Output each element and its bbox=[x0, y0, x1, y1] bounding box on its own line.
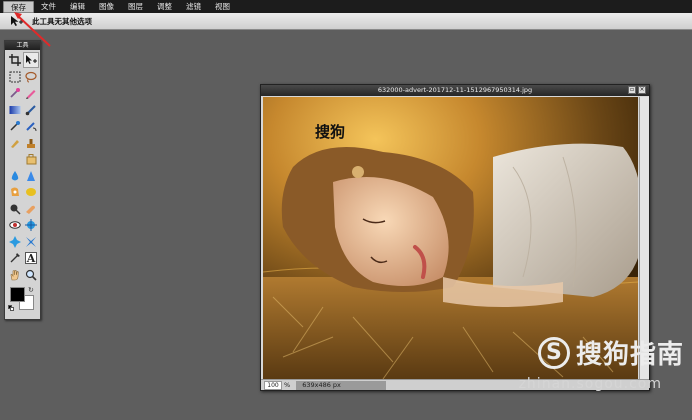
pinch-alt-icon[interactable] bbox=[23, 234, 39, 250]
close-icon[interactable]: × bbox=[638, 86, 646, 94]
burn-icon[interactable] bbox=[7, 201, 23, 217]
zoom-input[interactable]: 100 bbox=[264, 380, 282, 390]
window-buttons: ▫ × bbox=[628, 86, 646, 94]
hand-icon[interactable] bbox=[7, 267, 23, 283]
zoom-unit: % bbox=[284, 381, 291, 389]
sogou-logo-icon: S bbox=[537, 336, 570, 369]
eyedropper-icon[interactable] bbox=[7, 250, 23, 266]
text-icon[interactable]: A bbox=[23, 250, 39, 266]
tool-options-bar: 此工具无其他选项 bbox=[0, 13, 692, 30]
clone-stamp-icon[interactable] bbox=[7, 118, 23, 134]
pinch-icon[interactable] bbox=[7, 234, 23, 250]
sharpen-icon[interactable] bbox=[23, 151, 39, 167]
text-tool-glyph: A bbox=[25, 252, 37, 265]
foreground-color-swatch[interactable] bbox=[10, 287, 25, 302]
watermark-url: zhinan.sogou.com bbox=[518, 376, 662, 392]
eraser-icon[interactable] bbox=[7, 135, 23, 151]
swap-colors-icon[interactable]: ↻ bbox=[28, 286, 36, 294]
menu-layer[interactable]: 图层 bbox=[121, 1, 150, 13]
menu-bar: 保存 文件 编辑 图像 图层 调整 滤镜 视图 bbox=[0, 0, 692, 13]
image-window-title: 632000-advert-201712-11-1512967950314.jp… bbox=[377, 86, 533, 94]
red-eye-icon[interactable] bbox=[7, 184, 23, 200]
pencil-icon[interactable] bbox=[23, 85, 39, 101]
menu-image[interactable]: 图像 bbox=[92, 1, 121, 13]
maximize-icon[interactable]: ▫ bbox=[628, 86, 636, 94]
gradient-icon[interactable] bbox=[7, 102, 23, 118]
eye-icon[interactable] bbox=[7, 217, 23, 233]
image-window-titlebar[interactable]: 632000-advert-201712-11-1512967950314.jp… bbox=[261, 85, 649, 96]
move-tool-icon bbox=[10, 15, 24, 27]
image-overlay-text: 搜狗 bbox=[315, 123, 346, 141]
reset-colors-icon[interactable] bbox=[8, 305, 14, 311]
sponge-icon[interactable] bbox=[23, 184, 39, 200]
tool-options-message: 此工具无其他选项 bbox=[32, 16, 92, 26]
image-dimensions: 639x486 px bbox=[296, 380, 387, 390]
tools-panel-title: 工具 bbox=[5, 41, 40, 50]
menu-save[interactable]: 保存 bbox=[3, 0, 34, 13]
crop-icon[interactable] bbox=[7, 52, 23, 68]
blur-icon[interactable] bbox=[7, 168, 23, 184]
zoom-icon[interactable] bbox=[23, 267, 39, 283]
smudge-icon[interactable] bbox=[23, 168, 39, 184]
lasso-icon[interactable] bbox=[23, 69, 39, 85]
stamp-icon[interactable] bbox=[23, 135, 39, 151]
color-swatches: ↻ bbox=[5, 286, 40, 316]
menu-filter[interactable]: 滤镜 bbox=[179, 1, 208, 13]
sogou-watermark: S 搜狗指南 bbox=[537, 334, 684, 371]
tools-panel: 工具 A ↻ bbox=[4, 40, 41, 320]
watermark-brand: 搜狗指南 bbox=[575, 340, 684, 370]
brush-icon[interactable] bbox=[23, 102, 39, 118]
dodge-icon[interactable] bbox=[23, 201, 39, 217]
bloat-icon[interactable] bbox=[23, 217, 39, 233]
tools-grid: A bbox=[5, 50, 40, 283]
menu-edit[interactable]: 编辑 bbox=[63, 1, 92, 13]
marquee-icon[interactable] bbox=[7, 69, 23, 85]
color-replace-icon[interactable] bbox=[23, 118, 39, 134]
magic-wand-icon[interactable] bbox=[7, 85, 23, 101]
menu-adjust[interactable]: 调整 bbox=[150, 1, 179, 13]
move-icon[interactable] bbox=[23, 52, 39, 68]
tool-spacer bbox=[7, 151, 23, 167]
menu-file[interactable]: 文件 bbox=[34, 1, 63, 13]
menu-view[interactable]: 视图 bbox=[208, 1, 237, 13]
